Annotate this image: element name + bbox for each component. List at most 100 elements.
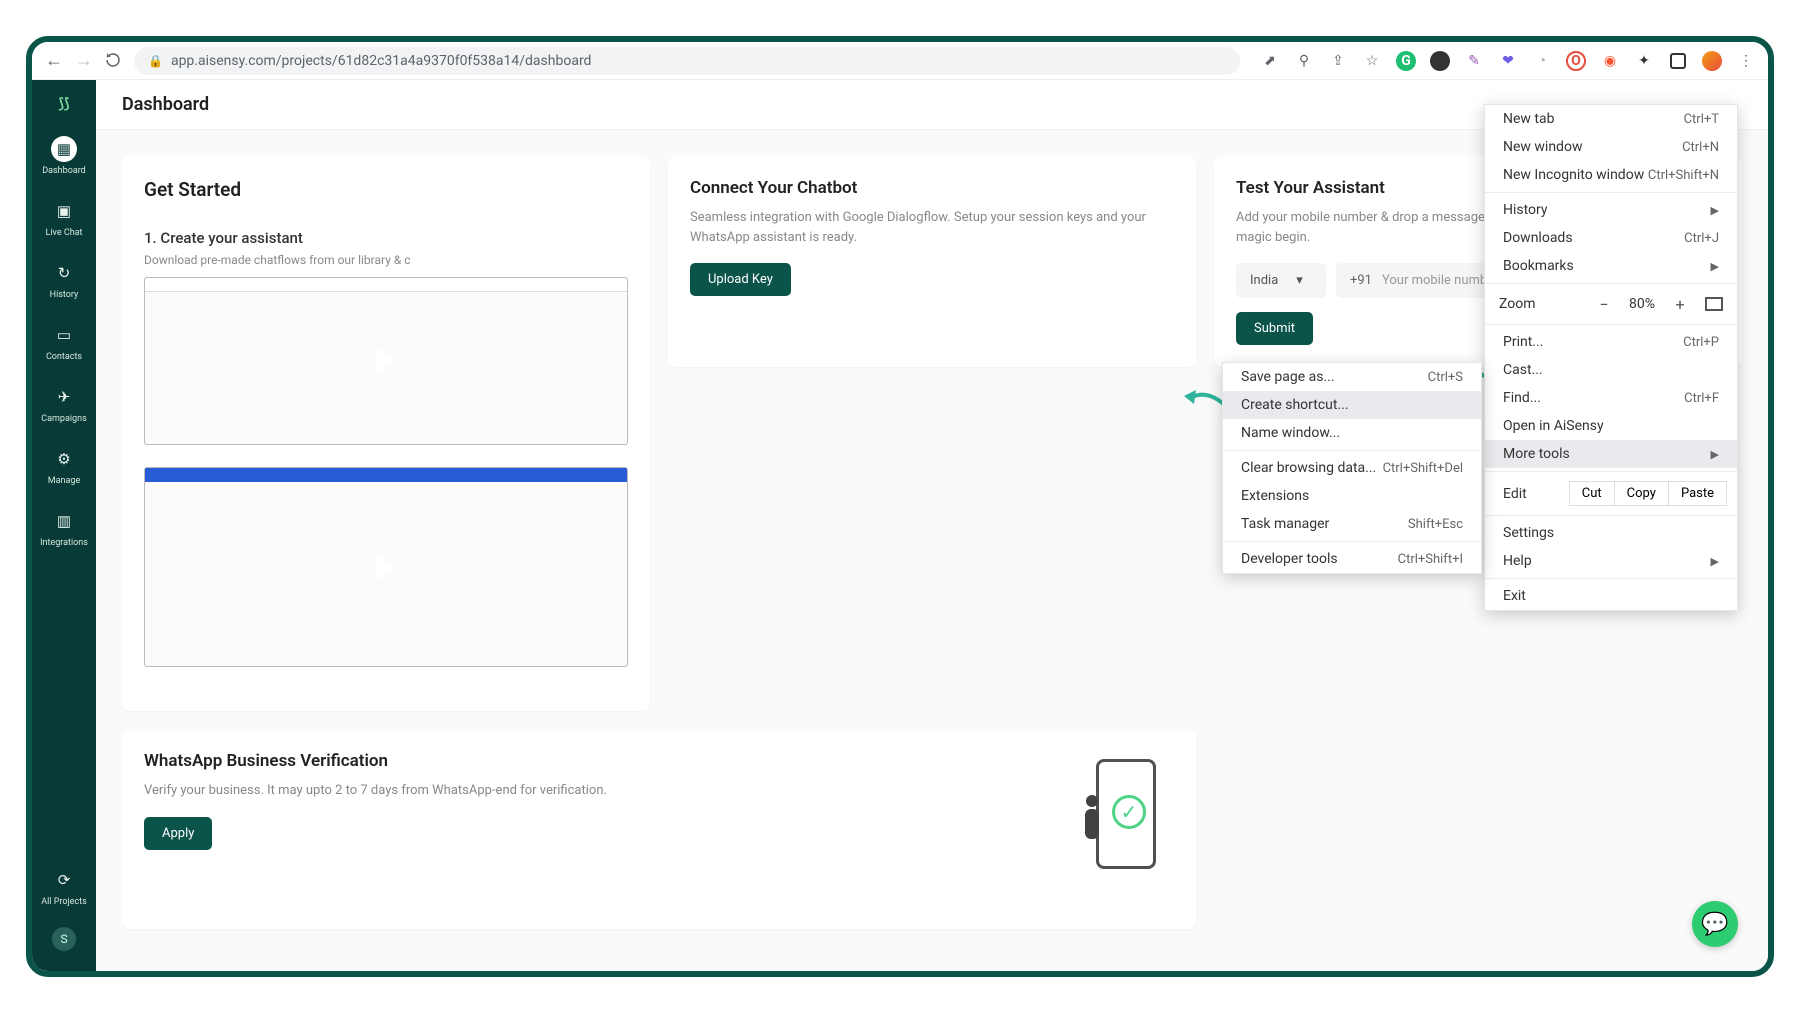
user-avatar[interactable]: S: [52, 927, 76, 951]
sidebar-item-integrations[interactable]: ▥ Integrations: [36, 504, 92, 552]
ext-grammarly-icon[interactable]: G: [1396, 51, 1416, 71]
card-desc: Verify your business. It may upto 2 to 7…: [144, 781, 607, 801]
sidebar-item-label: Manage: [48, 476, 80, 486]
menu-zoom: Zoom − 80% +: [1485, 287, 1737, 321]
card-title: Connect Your Chatbot: [690, 178, 1174, 198]
back-button[interactable]: ←: [44, 51, 64, 71]
star-icon[interactable]: ☆: [1362, 51, 1382, 71]
sidebar-item-contacts[interactable]: ▭ Contacts: [36, 318, 92, 366]
browser-toolbar: ← → 🔒 app.aisensy.com/projects/61d82c31a…: [32, 42, 1768, 80]
country-value: India: [1250, 273, 1278, 288]
sidepanel-icon[interactable]: [1668, 51, 1688, 71]
submenu-task-manager[interactable]: Task managerShift+Esc: [1223, 510, 1481, 538]
app-sidebar: ⟆⟆ ▦ Dashboard ▣ Live Chat ↻ History ▭ C…: [32, 80, 96, 971]
campaigns-icon: ✈: [51, 384, 77, 410]
profile-avatar[interactable]: [1702, 51, 1722, 71]
forward-button[interactable]: →: [74, 51, 94, 71]
zoom-out-button[interactable]: −: [1593, 293, 1615, 315]
app-logo[interactable]: ⟆⟆: [50, 90, 78, 118]
ext-opera-icon[interactable]: O: [1566, 51, 1586, 71]
browser-menu-button[interactable]: ⋮: [1736, 51, 1756, 71]
step-desc: Download pre-made chatflows from our lib…: [144, 253, 628, 267]
submenu-extensions[interactable]: Extensions: [1223, 482, 1481, 510]
submenu-clear-data[interactable]: Clear browsing data...Ctrl+Shift+Del: [1223, 454, 1481, 482]
cycle-icon: ⟳: [51, 867, 77, 893]
sidebar-item-label: All Projects: [41, 897, 86, 907]
sidebar-item-dashboard[interactable]: ▦ Dashboard: [36, 132, 92, 180]
open-external-icon[interactable]: ⬈: [1260, 51, 1280, 71]
sidebar-item-label: Contacts: [46, 352, 82, 362]
edit-copy-button[interactable]: Copy: [1614, 481, 1669, 506]
reload-button[interactable]: [104, 51, 124, 71]
submenu-name-window[interactable]: Name window...: [1223, 419, 1481, 447]
zoom-icon[interactable]: ⚲: [1294, 51, 1314, 71]
ext-heart-icon[interactable]: ❤: [1498, 51, 1518, 71]
menu-find[interactable]: Find...Ctrl+F: [1485, 384, 1737, 412]
video-thumb-1[interactable]: [144, 277, 628, 445]
zoom-in-button[interactable]: +: [1669, 293, 1691, 315]
card-desc: Seamless integration with Google Dialogf…: [690, 208, 1174, 247]
integrations-icon: ▥: [51, 508, 77, 534]
menu-more-tools[interactable]: More tools▶: [1485, 440, 1737, 468]
get-started-card: Get Started 1. Create your assistant Dow…: [122, 156, 650, 711]
edit-paste-button[interactable]: Paste: [1668, 481, 1727, 506]
menu-print[interactable]: Print...Ctrl+P: [1485, 328, 1737, 356]
mobile-placeholder: Your mobile number: [1382, 273, 1499, 288]
fullscreen-button[interactable]: [1705, 297, 1723, 311]
dashboard-icon: ▦: [51, 136, 77, 162]
video-thumb-2[interactable]: [144, 467, 628, 667]
menu-history[interactable]: History▶: [1485, 196, 1737, 224]
country-prefix: +91: [1350, 273, 1372, 288]
address-bar[interactable]: 🔒 app.aisensy.com/projects/61d82c31a4a93…: [134, 47, 1240, 75]
menu-exit[interactable]: Exit: [1485, 582, 1737, 610]
history-icon: ↻: [51, 260, 77, 286]
chat-icon: ▣: [51, 198, 77, 224]
upload-key-button[interactable]: Upload Key: [690, 263, 791, 296]
play-icon: [375, 347, 397, 375]
share-icon[interactable]: ⇪: [1328, 51, 1348, 71]
sidebar-item-campaigns[interactable]: ✈ Campaigns: [36, 380, 92, 428]
ext-brave-icon[interactable]: ◉: [1600, 51, 1620, 71]
sidebar-item-manage[interactable]: ⚙ Manage: [36, 442, 92, 490]
verification-card: WhatsApp Business Verification Verify yo…: [122, 729, 1196, 929]
lock-icon: 🔒: [148, 54, 163, 68]
menu-cast[interactable]: Cast...: [1485, 356, 1737, 384]
sidebar-item-history[interactable]: ↻ History: [36, 256, 92, 304]
sidebar-item-livechat[interactable]: ▣ Live Chat: [36, 194, 92, 242]
card-title: Get Started: [144, 178, 628, 201]
country-select[interactable]: India ▾: [1236, 263, 1326, 298]
sidebar-item-label: Dashboard: [42, 166, 86, 176]
contacts-icon: ▭: [51, 322, 77, 348]
sidebar-item-label: History: [50, 290, 79, 300]
edit-cut-button[interactable]: Cut: [1569, 481, 1615, 506]
submenu-save-page[interactable]: Save page as...Ctrl+S: [1223, 363, 1481, 391]
chat-fab[interactable]: 💬: [1692, 901, 1738, 947]
apply-button[interactable]: Apply: [144, 817, 212, 850]
ext-dark-icon[interactable]: [1430, 51, 1450, 71]
menu-downloads[interactable]: DownloadsCtrl+J: [1485, 224, 1737, 252]
menu-open-in[interactable]: Open in AiSensy: [1485, 412, 1737, 440]
verification-illustration: ✓: [994, 751, 1174, 891]
url-text: app.aisensy.com/projects/61d82c31a4a9370…: [171, 53, 592, 69]
sidebar-item-label: Live Chat: [46, 228, 83, 238]
ext-pen-icon[interactable]: ✎: [1464, 51, 1484, 71]
menu-edit: Edit Cut Copy Paste: [1485, 475, 1737, 512]
menu-settings[interactable]: Settings: [1485, 519, 1737, 547]
extensions-icon[interactable]: ✦: [1634, 51, 1654, 71]
menu-bookmarks[interactable]: Bookmarks▶: [1485, 252, 1737, 280]
sidebar-item-allprojects[interactable]: ⟳ All Projects: [36, 863, 92, 911]
menu-help[interactable]: Help▶: [1485, 547, 1737, 575]
step-title: 1. Create your assistant: [144, 229, 628, 247]
submit-button[interactable]: Submit: [1236, 312, 1313, 345]
ext-gray-icon[interactable]: ◔: [1532, 51, 1552, 71]
submenu-dev-tools[interactable]: Developer toolsCtrl+Shift+I: [1223, 545, 1481, 573]
browser-context-menu: New tabCtrl+T New windowCtrl+N New Incog…: [1484, 104, 1738, 611]
sidebar-item-label: Integrations: [40, 538, 88, 548]
submenu-create-shortcut[interactable]: Create shortcut...: [1223, 391, 1481, 419]
menu-new-incognito[interactable]: New Incognito windowCtrl+Shift+N: [1485, 161, 1737, 189]
card-title: WhatsApp Business Verification: [144, 751, 607, 771]
menu-new-window[interactable]: New windowCtrl+N: [1485, 133, 1737, 161]
menu-new-tab[interactable]: New tabCtrl+T: [1485, 105, 1737, 133]
sidebar-item-label: Campaigns: [41, 414, 86, 424]
more-tools-submenu: Save page as...Ctrl+S Create shortcut...…: [1222, 362, 1482, 574]
